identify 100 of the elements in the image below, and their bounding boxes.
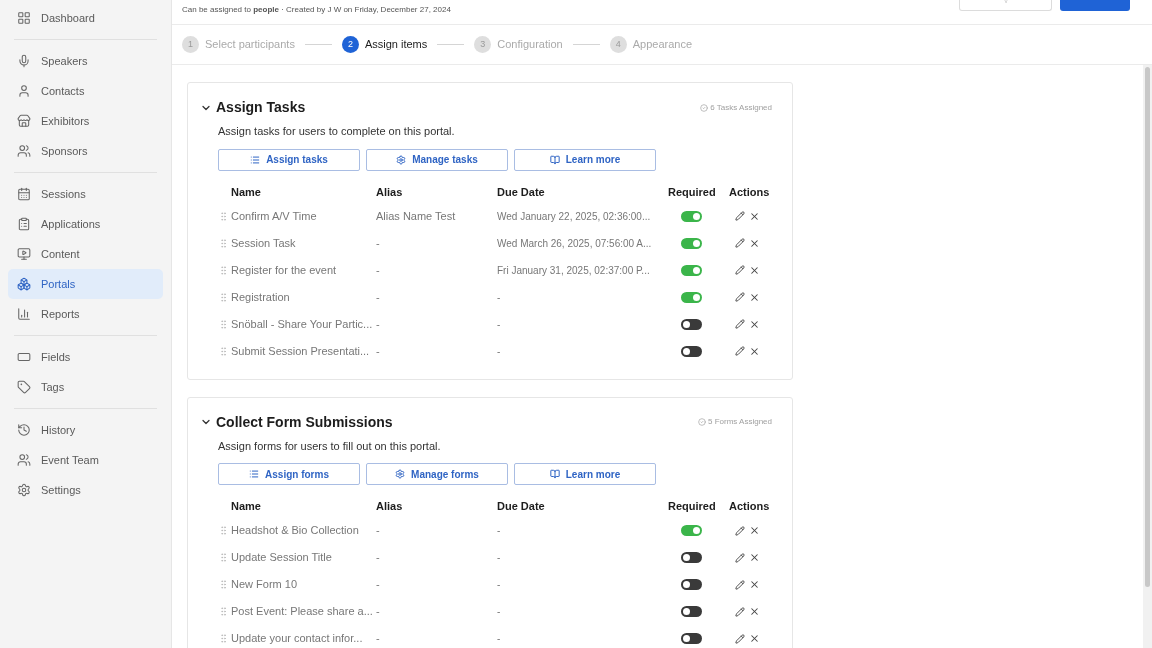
drag-handle-icon[interactable] — [218, 345, 229, 357]
settings-icon — [17, 483, 31, 497]
alias-cell-text: - — [376, 316, 381, 332]
gear-icon — [396, 154, 407, 165]
stepper-step[interactable]: 2 Assign items — [341, 36, 428, 53]
close-icon[interactable] — [749, 264, 760, 276]
edit-icon[interactable] — [735, 319, 745, 329]
calendar-icon — [17, 187, 31, 201]
alias-cell-text: - — [376, 262, 381, 278]
sidebar-item[interactable]: Contacts — [8, 76, 163, 106]
due-date-cell-text: - — [497, 632, 502, 646]
drag-handle-icon[interactable] — [218, 210, 229, 222]
sidebar-item[interactable]: History — [8, 415, 163, 445]
section-title: Collect Form Submissions — [216, 412, 393, 432]
drag-handle-icon[interactable] — [218, 633, 229, 644]
action-button[interactable]: Assign tasks — [218, 148, 360, 171]
toggle-switch[interactable] — [681, 552, 702, 563]
assigned-count: 5 Forms Assigned — [707, 416, 772, 428]
toggle-switch[interactable] — [681, 264, 702, 276]
close-icon[interactable] — [749, 291, 760, 303]
toggle-switch[interactable] — [681, 525, 702, 536]
edit-icon[interactable] — [735, 525, 745, 536]
book-icon — [549, 469, 560, 479]
sidebar-item[interactable]: Reports — [8, 299, 163, 329]
due-date-cell-text: - — [497, 578, 502, 592]
tag-icon — [17, 380, 31, 394]
sidebar-item[interactable]: Exhibitors — [8, 106, 163, 136]
sidebar-item[interactable]: Dashboard — [8, 3, 163, 33]
sidebar-item[interactable]: Applications — [8, 209, 163, 239]
toggle-switch[interactable] — [681, 633, 702, 644]
action-button[interactable]: Learn more — [514, 463, 656, 485]
column-header: Actions — [729, 499, 771, 512]
close-icon[interactable] — [749, 633, 760, 644]
scrollbar[interactable] — [1143, 65, 1152, 648]
edit-icon[interactable] — [735, 292, 745, 302]
task-name: Session Task — [231, 235, 296, 251]
action-button[interactable]: Assign forms — [218, 463, 360, 485]
sidebar-item[interactable]: Settings — [8, 475, 163, 505]
drag-handle-icon[interactable] — [218, 291, 229, 303]
toggle-switch[interactable] — [681, 318, 702, 330]
alias-cell-text: - — [376, 235, 381, 251]
monitor-icon — [17, 247, 31, 261]
sidebar-item[interactable]: Speakers — [8, 46, 163, 76]
edit-icon[interactable] — [735, 606, 745, 617]
sidebar-item[interactable]: Sessions — [8, 179, 163, 209]
alias-cell-text: - — [376, 550, 381, 566]
drag-handle-icon[interactable] — [218, 606, 229, 617]
close-icon[interactable] — [749, 237, 760, 249]
drag-handle-icon[interactable] — [218, 237, 229, 249]
alias-cell-text: - — [376, 631, 381, 647]
drag-handle-icon[interactable] — [218, 579, 229, 590]
column-header: Actions — [729, 184, 771, 198]
list-icon — [249, 469, 260, 479]
task-name: Registration — [231, 289, 290, 305]
alias-cell-text: Alias Name Test — [376, 208, 457, 224]
toggle-switch[interactable] — [681, 606, 702, 617]
task-name: Headshot & Bio Collection — [231, 523, 359, 539]
person-icon — [17, 84, 31, 98]
sidebar-item[interactable]: Sponsors — [8, 136, 163, 166]
check-circle-icon — [697, 418, 706, 426]
drag-handle-icon[interactable] — [218, 264, 229, 276]
close-icon[interactable] — [749, 525, 760, 536]
sidebar-item[interactable]: Event Team — [8, 445, 163, 475]
edit-icon[interactable] — [735, 265, 745, 275]
action-button[interactable]: Learn more — [514, 148, 656, 171]
edit-icon[interactable] — [735, 346, 745, 356]
close-icon[interactable] — [749, 579, 760, 590]
edit-icon[interactable] — [735, 238, 745, 248]
toggle-switch[interactable] — [681, 345, 702, 357]
drag-handle-icon[interactable] — [218, 318, 229, 330]
drag-handle-icon[interactable] — [218, 525, 229, 536]
close-icon[interactable] — [749, 606, 760, 617]
task-name: Post Event: Please share a... — [231, 604, 373, 620]
action-button[interactable]: Manage tasks — [366, 148, 508, 171]
edit-icon[interactable] — [735, 211, 745, 221]
sidebar-item[interactable]: Portals — [8, 269, 163, 299]
sidebar-item[interactable]: Fields — [8, 342, 163, 372]
portal-info: Can be assigned to people · Created by J W on Friday, December 27, 2024 — [182, 4, 451, 16]
close-icon[interactable] — [749, 552, 760, 563]
people-icon — [17, 144, 31, 158]
toggle-switch[interactable] — [681, 579, 702, 590]
close-icon[interactable] — [749, 318, 760, 330]
column-header: Name — [230, 184, 262, 198]
drag-handle-icon[interactable] — [218, 552, 229, 563]
close-icon[interactable] — [749, 210, 760, 222]
task-name: Snöball - Share Your Partic... — [231, 316, 373, 332]
task-name: New Form 10 — [231, 577, 298, 593]
edit-icon[interactable] — [735, 579, 745, 590]
sidebar-item[interactable]: Content — [8, 239, 163, 269]
toggle-switch[interactable] — [681, 291, 702, 303]
column-header: Name — [230, 499, 262, 512]
due-date-cell-text: - — [497, 524, 502, 538]
edit-icon[interactable] — [735, 552, 745, 563]
close-icon[interactable] — [749, 345, 760, 357]
section-description: Assign forms for users to fill out on this portal. — [218, 438, 442, 454]
edit-icon[interactable] — [735, 633, 745, 644]
toggle-switch[interactable] — [681, 237, 702, 249]
toggle-switch[interactable] — [681, 210, 702, 222]
action-button[interactable]: Manage forms — [366, 463, 508, 485]
sidebar-item[interactable]: Tags — [8, 372, 163, 402]
